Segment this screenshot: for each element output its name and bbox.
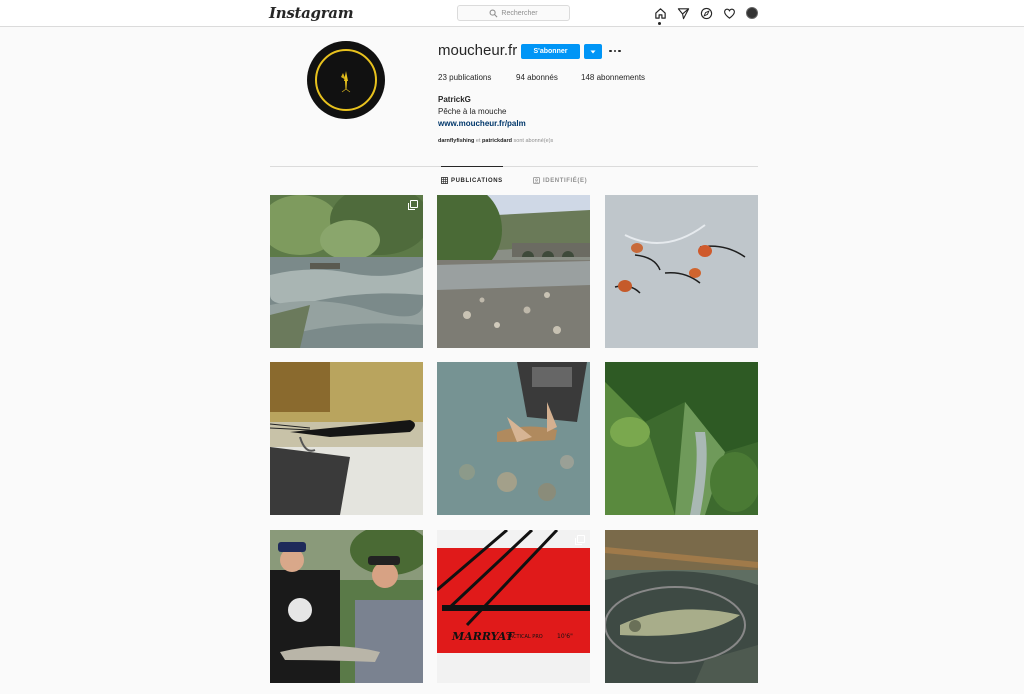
profile-full-name: PatrickG [438, 95, 471, 104]
more-dot [613, 49, 617, 53]
active-tab-indicator [441, 166, 503, 167]
river-photo [270, 195, 423, 348]
top-nav: Instagram Rechercher [0, 0, 1024, 27]
grid-icon [441, 177, 448, 184]
multi-photo-icon [575, 535, 585, 545]
search-icon [489, 9, 498, 17]
follower-link[interactable]: darnflyfishing [438, 138, 474, 144]
post-thumbnail[interactable] [605, 195, 758, 348]
explore-icon[interactable] [699, 6, 713, 20]
tab-label: IDENTIFIÉ(E) [543, 177, 588, 184]
nymph-flies-photo [605, 195, 758, 348]
black-fly-vise-photo [270, 362, 423, 515]
suggestions-dropdown-button[interactable] [584, 44, 602, 59]
followed-by-and: et [474, 138, 483, 144]
mountain-valley-photo [605, 362, 758, 515]
logo-ring [315, 49, 377, 111]
post-thumbnail[interactable]: MARRYAT TACTICAL PRO 10'6" [437, 530, 590, 683]
pike-net-photo [605, 530, 758, 683]
post-thumbnail[interactable] [605, 362, 758, 515]
followed-by-text: darnflyfishing et patrickdard sont abonn… [438, 138, 553, 144]
direct-message-icon[interactable] [676, 6, 690, 20]
tag-icon [533, 177, 540, 184]
follower-link[interactable]: patrickdard [482, 138, 512, 144]
home-icon[interactable] [653, 6, 667, 20]
more-dot [618, 49, 621, 53]
post-thumbnail[interactable] [437, 362, 590, 515]
svg-text:TACTICAL PRO: TACTICAL PRO [506, 634, 543, 640]
chevron-down-icon [590, 50, 596, 53]
mayfly-icon [341, 71, 351, 93]
anglers-fish-photo [270, 530, 423, 683]
search-placeholder: Rechercher [501, 9, 538, 17]
tab-label: PUBLICATIONS [451, 177, 503, 184]
tab-tagged[interactable]: IDENTIFIÉ(E) [533, 177, 587, 184]
tab-publications[interactable]: PUBLICATIONS [441, 177, 503, 184]
more-dot [609, 49, 612, 53]
post-thumbnail[interactable] [437, 195, 590, 348]
svg-text:MARRYAT: MARRYAT [451, 630, 515, 643]
trout-release-photo [437, 362, 590, 515]
heart-icon[interactable] [722, 6, 736, 20]
search-input[interactable]: Rechercher [457, 5, 570, 21]
post-thumbnail[interactable] [270, 362, 423, 515]
profile-avatar-small[interactable] [746, 7, 758, 19]
instagram-logo[interactable]: Instagram [269, 4, 354, 22]
more-options-button[interactable] [608, 44, 622, 58]
followed-by-suffix: sont abonné(e)s [512, 138, 554, 144]
profile-website-link[interactable]: www.moucheur.fr/palm [438, 119, 526, 128]
post-thumbnail[interactable] [605, 530, 758, 683]
profile-avatar[interactable] [307, 41, 385, 119]
profile-username: moucheur.fr [438, 42, 518, 59]
active-indicator [658, 22, 661, 25]
bridge-river-photo [437, 195, 590, 348]
follow-button[interactable]: S'abonner [521, 44, 580, 59]
posts-count: 23 publications [438, 73, 492, 82]
post-thumbnail[interactable] [270, 530, 423, 683]
followers-count[interactable]: 94 abonnés [516, 73, 558, 82]
following-count[interactable]: 148 abonnements [581, 73, 645, 82]
fly-rod-photo: MARRYAT TACTICAL PRO 10'6" [437, 530, 590, 683]
post-thumbnail[interactable] [270, 195, 423, 348]
svg-text:10'6": 10'6" [557, 633, 573, 640]
tabs-divider [270, 166, 758, 167]
profile-bio: Pêche à la mouche [438, 107, 507, 116]
multi-photo-icon [408, 200, 418, 210]
